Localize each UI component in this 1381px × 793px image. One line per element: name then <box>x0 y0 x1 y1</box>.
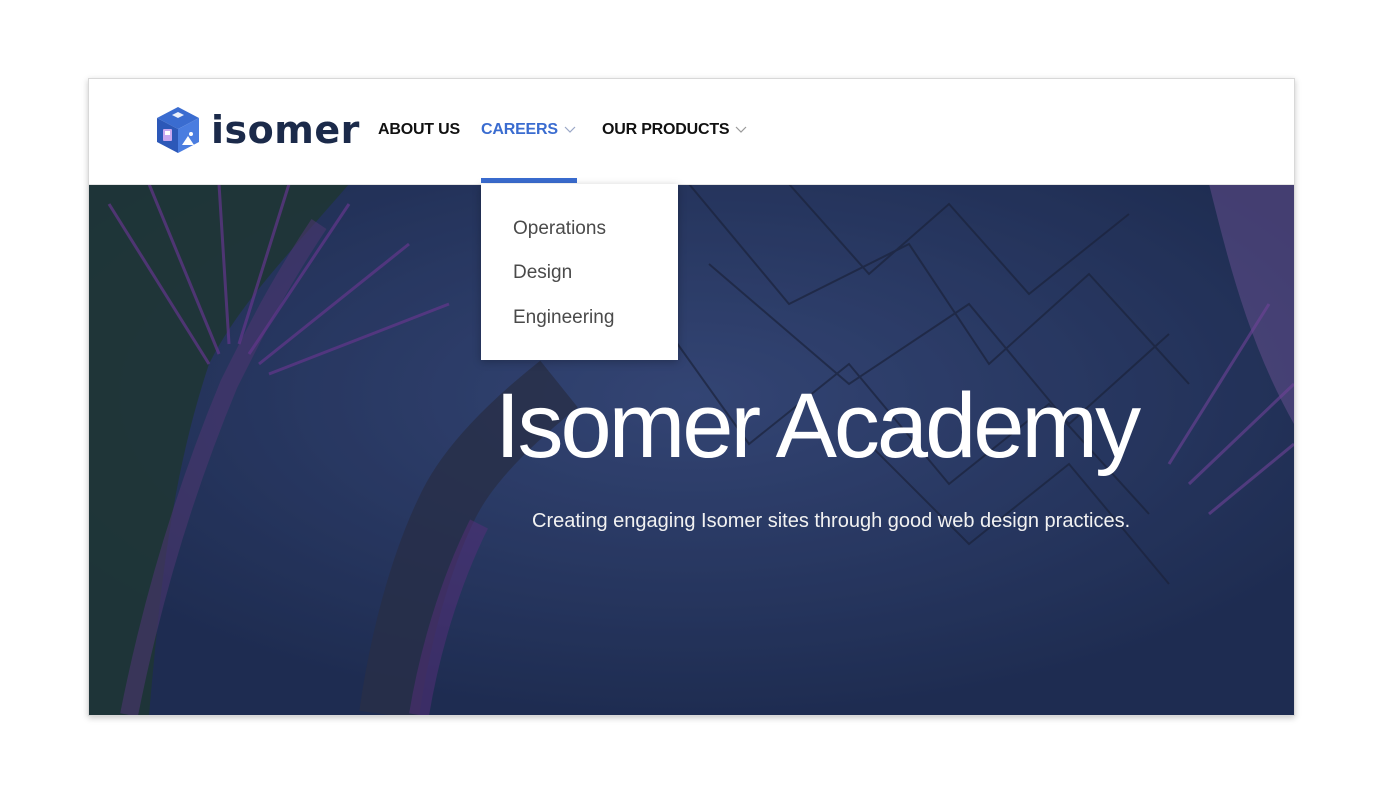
careers-dropdown-menu: Operations Design Engineering <box>481 184 678 360</box>
dropdown-item-engineering[interactable]: Engineering <box>513 307 614 329</box>
nav-careers[interactable]: CAREERS <box>481 121 576 139</box>
nav-our-products-label: OUR PRODUCTS <box>602 121 730 138</box>
dropdown-item-operations[interactable]: Operations <box>513 218 606 240</box>
hero-title: Isomer Academy <box>494 375 1141 477</box>
chevron-down-icon <box>564 126 576 133</box>
chevron-down-icon <box>735 126 747 133</box>
nav-careers-label: CAREERS <box>481 121 558 138</box>
nav-our-products[interactable]: OUR PRODUCTS <box>602 121 747 139</box>
site-logo[interactable]: isomer <box>155 105 360 155</box>
hero-banner: Isomer Academy Creating engaging Isomer … <box>89 184 1294 715</box>
nav-about-us-label: ABOUT US <box>378 121 460 138</box>
browser-frame: isomer ABOUT US CAREERS OUR PRODUCTS Iso… <box>88 78 1295 716</box>
site-navbar: isomer ABOUT US CAREERS OUR PRODUCTS <box>89 79 1294 185</box>
hero-subtitle: Creating engaging Isomer sites through g… <box>532 510 1131 532</box>
dropdown-item-design[interactable]: Design <box>513 262 572 284</box>
isomer-cube-icon <box>157 107 199 153</box>
brand-name: isomer <box>211 108 360 152</box>
nav-active-indicator <box>481 178 577 183</box>
nav-about-us[interactable]: ABOUT US <box>378 121 460 139</box>
